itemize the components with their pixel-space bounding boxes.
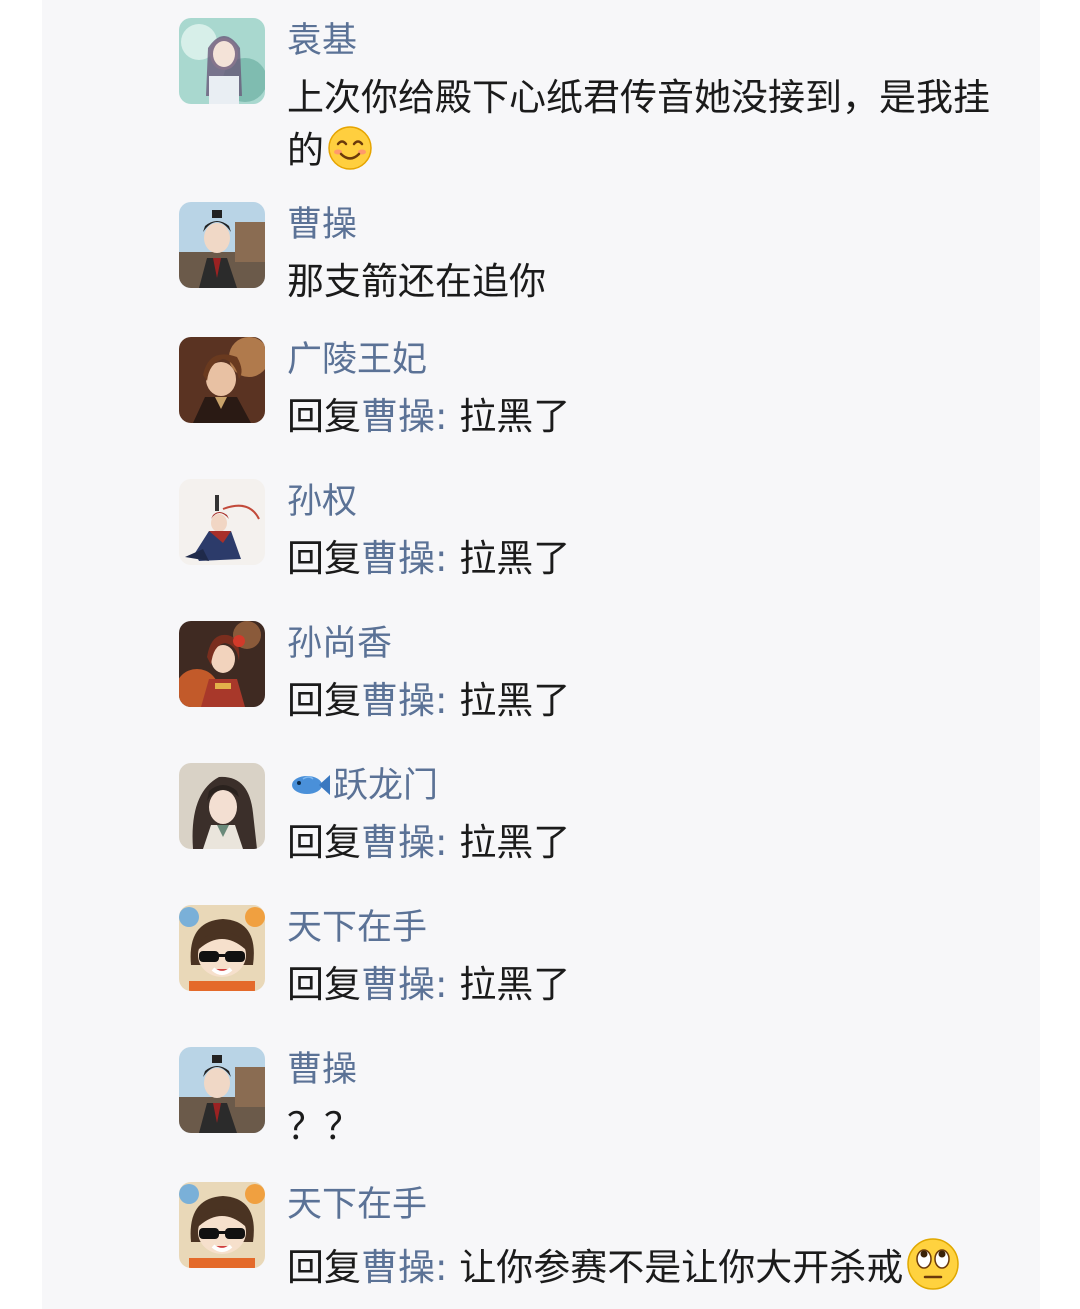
sender-name[interactable]: 曹操 [287, 1047, 357, 1093]
message-text: 回复曹操: 让你参赛不是让你大开杀戒 [287, 1236, 1027, 1294]
reply-mention[interactable]: 曹操: [361, 963, 447, 1006]
fish-icon [292, 775, 330, 795]
message-text: ？？ [287, 1105, 361, 1148]
chat-message: 曹操 ？？ [179, 1047, 1039, 1157]
chat-message: 广陵王妃 回复曹操: 拉黑了 [179, 337, 1039, 447]
sender-name[interactable]: 天下在手 [287, 905, 427, 951]
avatar[interactable] [179, 905, 265, 991]
chat-message: 天下在手 回复曹操: 让你参赛不是让你大开杀戒 [179, 1182, 1039, 1292]
chat-message: 跃龙门 回复曹操: 拉黑了 [179, 763, 1039, 873]
sender-name[interactable]: 袁基 [287, 18, 357, 64]
smiling-face-icon [328, 126, 372, 170]
avatar[interactable] [179, 621, 265, 707]
sender-name[interactable]: 孙尚香 [287, 621, 392, 667]
avatar[interactable] [179, 763, 265, 849]
reply-mention[interactable]: 曹操: [361, 1246, 447, 1289]
avatar[interactable] [179, 479, 265, 565]
chat-message: 袁基 上次你给殿下心纸君传音她没接到，是我挂的 [179, 18, 1039, 172]
sender-name[interactable]: 曹操 [287, 202, 357, 248]
reply-mention[interactable]: 曹操: [361, 679, 447, 722]
message-text: 回复曹操: 拉黑了 [287, 821, 571, 864]
message-text: 上次你给殿下心纸君传音她没接到，是我挂的 [287, 76, 990, 172]
chat-panel: 袁基 上次你给殿下心纸君传音她没接到，是我挂的 曹操 那支箭还在追你 广陵王妃 … [42, 0, 1040, 1309]
message-text: 回复曹操: 拉黑了 [287, 679, 571, 722]
avatar[interactable] [179, 18, 265, 104]
sender-name[interactable]: 跃龙门 [287, 763, 438, 809]
chat-message: 孙权 回复曹操: 拉黑了 [179, 479, 1039, 589]
avatar[interactable] [179, 1182, 265, 1268]
rolling-eyes-face-icon [907, 1238, 959, 1290]
avatar[interactable] [179, 202, 265, 288]
message-text: 回复曹操: 拉黑了 [287, 395, 571, 438]
message-text: 那支箭还在追你 [287, 260, 546, 303]
message-text: 回复曹操: 拉黑了 [287, 537, 571, 580]
message-text: 回复曹操: 拉黑了 [287, 963, 571, 1006]
reply-mention[interactable]: 曹操: [361, 821, 447, 864]
avatar[interactable] [179, 337, 265, 423]
sender-name[interactable]: 孙权 [287, 479, 357, 525]
chat-message: 孙尚香 回复曹操: 拉黑了 [179, 621, 1039, 731]
chat-message: 天下在手 回复曹操: 拉黑了 [179, 905, 1039, 1015]
avatar[interactable] [179, 1047, 265, 1133]
sender-name[interactable]: 广陵王妃 [287, 337, 427, 383]
chat-message: 曹操 那支箭还在追你 [179, 202, 1039, 303]
reply-mention[interactable]: 曹操: [361, 537, 447, 580]
reply-mention[interactable]: 曹操: [361, 395, 447, 438]
sender-name[interactable]: 天下在手 [287, 1182, 427, 1228]
